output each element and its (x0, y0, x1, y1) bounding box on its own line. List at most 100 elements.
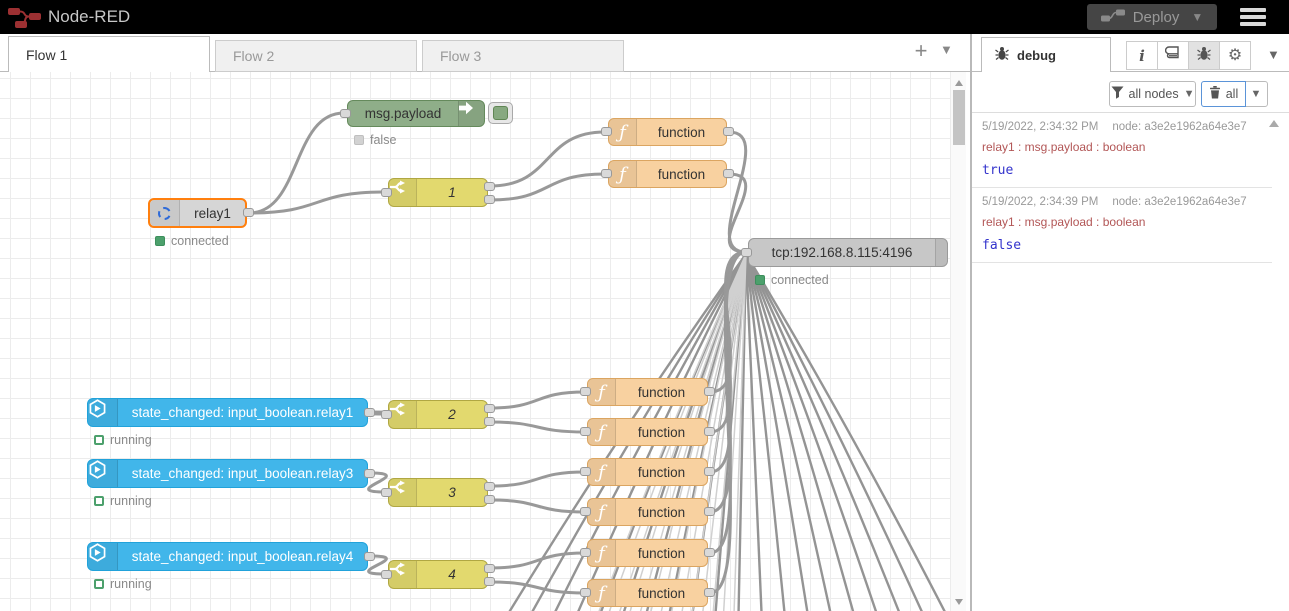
node-switch-4[interactable]: 4 (388, 560, 488, 589)
port[interactable] (704, 507, 715, 516)
port[interactable] (484, 182, 495, 191)
tab-flow-2[interactable]: Flow 2 (215, 40, 417, 72)
node-function-b6[interactable]: ƒfunction (587, 579, 708, 607)
scroll-down-icon[interactable] (955, 599, 963, 605)
debug-sidebar: debug i (970, 34, 1289, 611)
menu-button[interactable] (1240, 8, 1270, 28)
filter-nodes-button[interactable]: all nodes ▼ (1109, 81, 1196, 107)
port[interactable] (580, 588, 591, 597)
messages-scroll-up-icon[interactable] (1269, 120, 1279, 127)
port[interactable] (741, 248, 752, 257)
canvas-scrollbar[interactable] (950, 72, 966, 611)
tab-debug[interactable]: debug (981, 37, 1111, 72)
port[interactable] (484, 577, 495, 586)
port[interactable] (580, 427, 591, 436)
node-switch-1[interactable]: 1 (388, 178, 488, 207)
port[interactable] (484, 495, 495, 504)
port[interactable] (601, 127, 612, 136)
node-function-t2[interactable]: ƒfunction (608, 160, 727, 188)
filter-label: all nodes (1129, 87, 1179, 101)
node-state-relay4[interactable]: state_changed: input_boolean.relay4 (87, 542, 368, 571)
port[interactable] (484, 417, 495, 426)
port[interactable] (704, 548, 715, 557)
port[interactable] (381, 188, 392, 197)
scroll-up-icon[interactable] (955, 80, 963, 86)
node-debug-msg-payload[interactable]: msg.payload (347, 100, 485, 127)
port[interactable] (340, 109, 351, 118)
status-text: connected (171, 234, 229, 248)
function-icon: ƒ (588, 580, 616, 606)
flow-list-chevron-icon[interactable]: ▼ (940, 42, 953, 57)
port[interactable] (364, 552, 375, 561)
port[interactable] (704, 387, 715, 396)
info-button[interactable]: i (1126, 41, 1158, 70)
node-switch-3[interactable]: 3 (388, 478, 488, 507)
port[interactable] (381, 570, 392, 579)
node-status: running (94, 577, 152, 591)
port[interactable] (580, 467, 591, 476)
clear-messages-button[interactable]: all (1201, 81, 1246, 107)
port[interactable] (364, 469, 375, 478)
port[interactable] (381, 410, 392, 419)
port[interactable] (381, 488, 392, 497)
port[interactable] (484, 482, 495, 491)
port[interactable] (723, 127, 734, 136)
node-status: running (94, 494, 152, 508)
flow-canvas[interactable]: msg.payloadfalserelay1connected1ƒfunctio… (0, 72, 950, 611)
node-function-t1[interactable]: ƒfunction (608, 118, 727, 146)
port[interactable] (704, 427, 715, 436)
config-button[interactable]: ⚙ (1219, 41, 1251, 70)
chevron-down-icon[interactable]: ▼ (1191, 10, 1203, 24)
debug-message-time: 5/19/2022, 2:34:32 PM (982, 121, 1098, 133)
node-switch-2[interactable]: 2 (388, 400, 488, 429)
help-button[interactable] (1157, 41, 1189, 70)
node-label: state_changed: input_boolean.relay3 (118, 460, 367, 487)
node-function-b2[interactable]: ƒfunction (587, 418, 708, 446)
port[interactable] (484, 195, 495, 204)
debug-button[interactable] (1188, 41, 1220, 70)
wire (249, 192, 385, 213)
port[interactable] (580, 548, 591, 557)
node-function-b1[interactable]: ƒfunction (587, 378, 708, 406)
port[interactable] (704, 467, 715, 476)
debug-message-time: 5/19/2022, 2:34:39 PM (982, 196, 1098, 208)
node-tcp-out[interactable]: tcp:192.168.8.115:4196 (748, 238, 948, 267)
deploy-button[interactable]: Deploy ▼ (1087, 4, 1217, 30)
node-state-relay3[interactable]: state_changed: input_boolean.relay3 (87, 459, 368, 488)
node-function-b5[interactable]: ƒfunction (587, 539, 708, 567)
canvas-scrollbar-thumb[interactable] (953, 90, 965, 145)
node-relay1[interactable]: relay1 (148, 198, 247, 228)
add-flow-button[interactable]: + (908, 38, 934, 66)
port[interactable] (484, 564, 495, 573)
debug-message: 5/19/2022, 2:34:32 PM node: a3e2e1962a64e… (972, 113, 1272, 188)
clear-options-button[interactable]: ▼ (1244, 81, 1268, 107)
wire (490, 582, 585, 593)
status-dot-icon (354, 135, 364, 145)
port[interactable] (484, 404, 495, 413)
tab-flow-1[interactable]: Flow 1 (8, 36, 210, 72)
port[interactable] (364, 408, 375, 417)
debug-message-list[interactable]: 5/19/2022, 2:34:32 PM node: a3e2e1962a64e… (972, 113, 1272, 263)
tab-flow-3[interactable]: Flow 3 (422, 40, 624, 72)
debug-message-node-id: node: a3e2e1962a64e3e7 (1112, 121, 1246, 133)
flow-tab-bar: Flow 1Flow 2Flow 3 + ▼ (0, 34, 970, 72)
node-function-b3[interactable]: ƒfunction (587, 458, 708, 486)
port[interactable] (601, 169, 612, 178)
port[interactable] (580, 507, 591, 516)
chevron-down-icon: ▼ (1184, 88, 1195, 100)
port[interactable] (243, 208, 254, 217)
port[interactable] (704, 588, 715, 597)
status-dot-icon (94, 579, 104, 589)
node-state-relay1[interactable]: state_changed: input_boolean.relay1 (87, 398, 368, 427)
node-label: function (616, 499, 707, 525)
port[interactable] (580, 387, 591, 396)
sidebar-options-chevron-icon[interactable]: ▼ (1267, 47, 1280, 62)
node-label: 1 (417, 179, 487, 206)
node-status: running (94, 433, 152, 447)
node-function-b4[interactable]: ƒfunction (587, 498, 708, 526)
debug-toggle-button[interactable] (488, 102, 513, 124)
function-icon: ƒ (588, 459, 616, 485)
port[interactable] (723, 169, 734, 178)
debug-message-topic: relay1 : msg.payload : boolean (982, 140, 1262, 154)
debug-message-meta: 5/19/2022, 2:34:32 PM node: a3e2e1962a64e… (982, 121, 1262, 133)
